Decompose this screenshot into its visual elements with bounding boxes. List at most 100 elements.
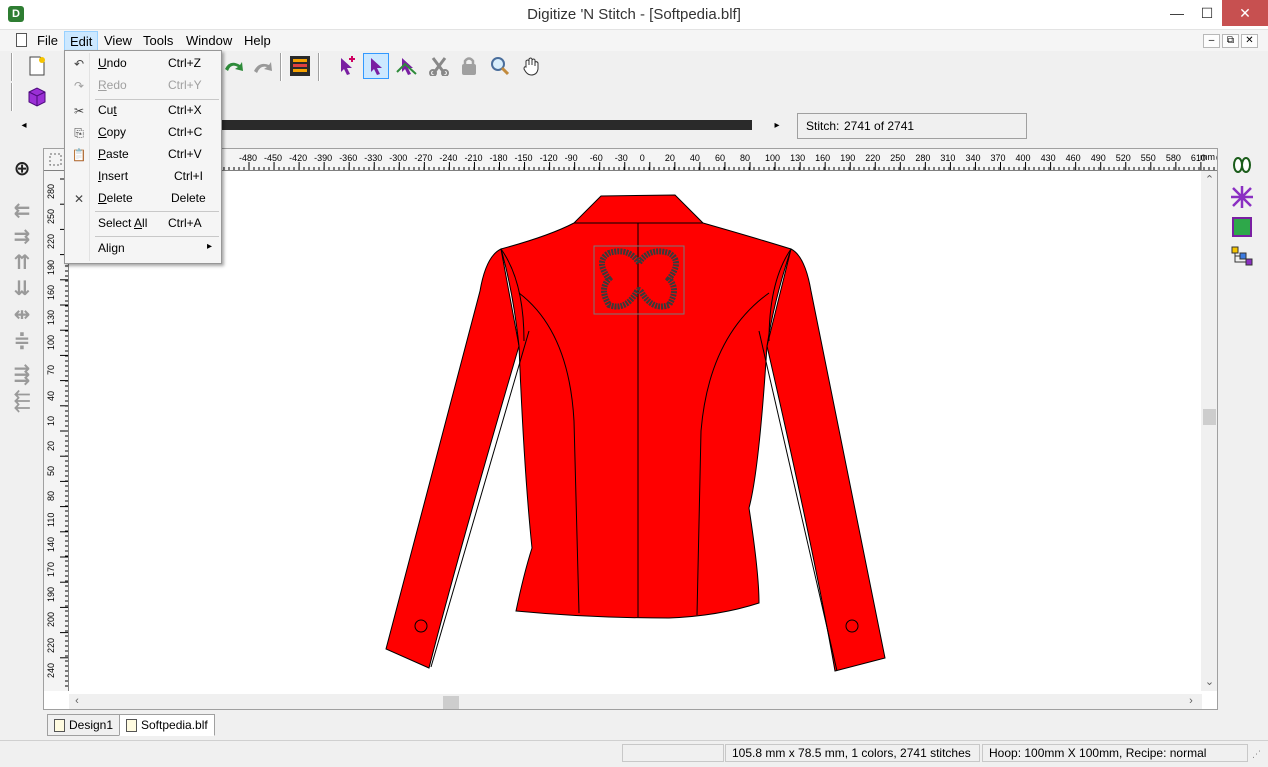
menu-item-shortcut: Ctrl+V: [168, 147, 202, 161]
3d-view-button[interactable]: [24, 83, 50, 109]
ruler-tick-label: -150: [514, 153, 533, 163]
distribute-right-icon[interactable]: ⇶: [8, 362, 36, 388]
menu-item-paste[interactable]: 📋 Paste Ctrl+V: [67, 144, 219, 166]
maximize-button[interactable]: ☐: [1190, 0, 1224, 26]
menu-item-shortcut: Ctrl+C: [168, 125, 203, 139]
stitch-next-arrow[interactable]: ▸: [766, 114, 788, 138]
jacket-drawing: [385, 194, 886, 672]
mdi-close-button[interactable]: ✕: [1241, 34, 1258, 48]
fill-pattern-icon[interactable]: [1230, 186, 1254, 210]
ruler-tick-label: -450: [264, 153, 283, 163]
menu-item-shortcut: Delete: [171, 191, 206, 205]
menu-item-copy[interactable]: ⎘ Copy Ctrl+C: [67, 122, 219, 144]
vertical-scrollbar[interactable]: ⌃ ⌄: [1201, 171, 1217, 691]
menu-item-label: Delete: [98, 191, 133, 205]
ruler-tick-label: -180: [489, 153, 508, 163]
menu-item-select-all[interactable]: Select All Ctrl+A: [67, 213, 219, 235]
menu-file[interactable]: File: [32, 31, 63, 51]
vertical-scroll-thumb[interactable]: [1203, 409, 1216, 425]
align-right-icon[interactable]: ⇉: [8, 224, 36, 250]
menu-tools[interactable]: Tools: [138, 31, 178, 51]
menu-bar: File Edit View Tools Window Help: [0, 30, 1268, 51]
document-icon: [54, 718, 65, 732]
lock-icon: [462, 57, 476, 75]
app-icon[interactable]: D: [8, 6, 24, 22]
horizontal-scroll-thumb[interactable]: [443, 696, 459, 709]
left-toolbar: ⊕ ⇇ ⇉ ⇈ ⇊ ⇹ ≑ ⇶ ⬱: [8, 156, 38, 466]
ruler-tick-label: 250: [46, 209, 56, 225]
color-list-button[interactable]: [287, 53, 313, 79]
edit-points-button[interactable]: [394, 53, 420, 79]
menu-item-insert[interactable]: Insert Ctrl+I: [67, 166, 219, 188]
resize-grip[interactable]: ⋰: [1252, 749, 1264, 761]
scroll-down-arrow[interactable]: ⌄: [1201, 675, 1217, 688]
scissors-icon: [429, 57, 449, 76]
ruler-tick-label: 250: [890, 153, 906, 163]
ruler-tick-label: 160: [46, 284, 56, 300]
menu-window[interactable]: Window: [181, 31, 237, 51]
tab-design1[interactable]: Design1: [47, 714, 121, 736]
scroll-right-arrow[interactable]: ›: [1185, 695, 1197, 707]
shape-fill-icon[interactable]: [1230, 216, 1254, 240]
ruler-tick-label: -300: [389, 153, 408, 163]
align-top-icon[interactable]: ⇈: [8, 250, 36, 276]
ruler-tick-label: -30: [614, 153, 628, 163]
menu-view[interactable]: View: [99, 31, 137, 51]
stitch-prev-arrow[interactable]: ◂: [12, 114, 36, 138]
ruler-tick-label: 190: [840, 153, 856, 163]
ruler-tick-label: -330: [364, 153, 383, 163]
mdi-minimize-button[interactable]: –: [1203, 34, 1220, 48]
select-tool-button[interactable]: [363, 53, 389, 79]
document-tabs: Design1 Softpedia.blf: [43, 712, 643, 736]
menu-item-undo[interactable]: ↶ Undo Ctrl+Z: [67, 53, 219, 75]
scissors-tool-button[interactable]: [426, 53, 452, 79]
scroll-up-arrow[interactable]: ⌃: [1201, 173, 1217, 186]
ruler-tick-label: -240: [439, 153, 458, 163]
menu-item-align[interactable]: Align ▸: [67, 238, 219, 260]
rotate-left-button[interactable]: [220, 53, 246, 79]
ruler-tick-label: 200: [46, 612, 56, 628]
menu-edit[interactable]: Edit: [64, 31, 99, 51]
center-vertical-icon[interactable]: ≑: [8, 328, 36, 354]
ruler-tick-label: 550: [1140, 153, 1156, 163]
new-file-button[interactable]: [24, 53, 50, 79]
zoom-button[interactable]: [487, 53, 513, 79]
mdi-restore-button[interactable]: ⧉: [1222, 34, 1239, 48]
horizontal-scrollbar[interactable]: ‹ ›: [69, 694, 1202, 709]
ruler-tick-label: 220: [865, 153, 881, 163]
color-list-icon: [290, 56, 310, 76]
ruler-tick-label: 340: [965, 153, 981, 163]
rotate-right-button[interactable]: [249, 53, 275, 79]
minimize-button[interactable]: —: [1160, 0, 1194, 26]
ruler-tick-label: 20: [664, 153, 675, 163]
stitch-slider-track[interactable]: [222, 120, 752, 130]
move-crosshair-icon[interactable]: ⊕: [8, 156, 36, 182]
menu-item-label: Cut: [98, 103, 117, 117]
add-point-button[interactable]: [334, 53, 360, 79]
toolbar-separator: [280, 53, 282, 81]
ruler-tick-label: 190: [46, 259, 56, 275]
right-sleeve: [766, 248, 886, 672]
tab-softpedia[interactable]: Softpedia.blf: [119, 714, 215, 736]
ruler-tick-label: 100: [46, 335, 56, 351]
pan-button[interactable]: [518, 53, 544, 79]
ruler-tick-label: 50: [46, 466, 56, 477]
center-horizontal-icon[interactable]: ⇹: [8, 302, 36, 328]
ruler-tick-label: 520: [1115, 153, 1131, 163]
jacket-garment[interactable]: [385, 194, 886, 672]
align-bottom-icon[interactable]: ⇊: [8, 276, 36, 302]
distribute-left-icon[interactable]: ⬱: [8, 388, 36, 414]
magnifier-icon: [491, 57, 510, 76]
align-left-icon[interactable]: ⇇: [8, 198, 36, 224]
ruler-tick-label: 0: [639, 153, 645, 163]
scroll-left-arrow[interactable]: ‹: [71, 695, 83, 707]
menu-help[interactable]: Help: [239, 31, 276, 51]
close-button[interactable]: ✕: [1222, 0, 1268, 26]
node-path-icon[interactable]: [1230, 246, 1254, 270]
lock-button[interactable]: [456, 53, 482, 79]
menu-item-redo[interactable]: ↷ Redo Ctrl+Y: [67, 75, 219, 97]
ruler-tick-label: -420: [289, 153, 308, 163]
menu-item-cut[interactable]: ✂ Cut Ctrl+X: [67, 100, 219, 122]
menu-item-delete[interactable]: ✕ Delete Delete: [67, 188, 219, 210]
footprints-icon[interactable]: [1230, 156, 1254, 180]
